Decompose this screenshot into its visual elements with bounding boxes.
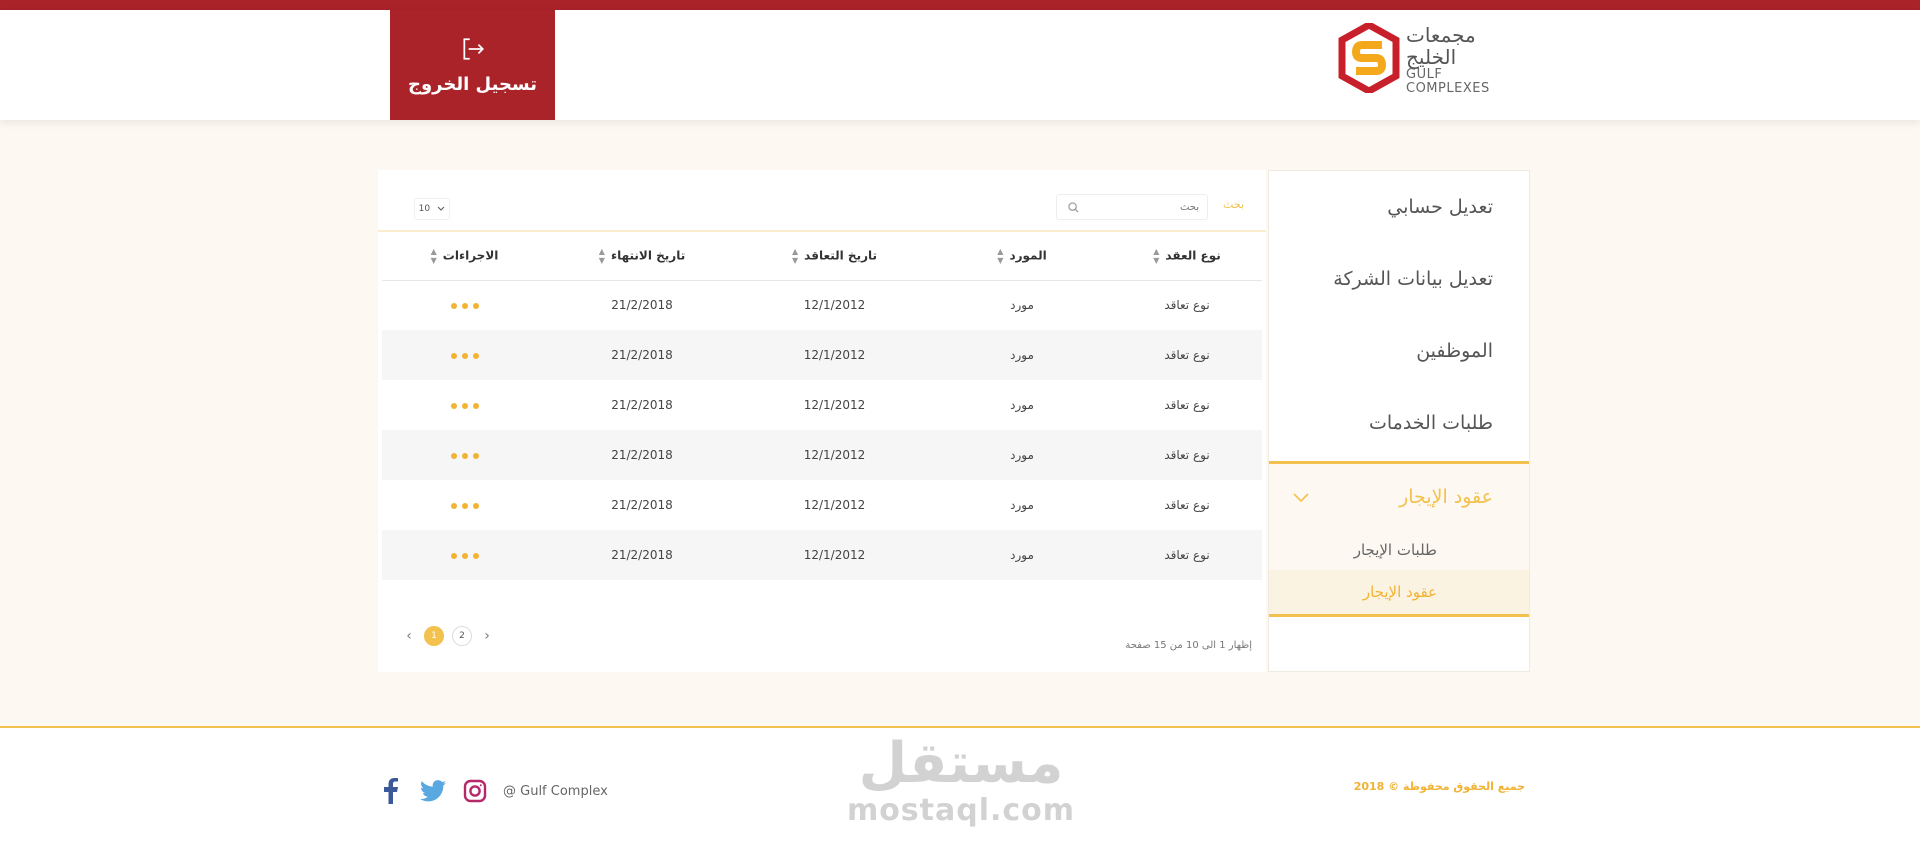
search-input[interactable] [1079,201,1199,213]
cell-contract-date: 12/1/2012 [737,430,932,480]
logout-label: تسجيل الخروج [408,73,537,95]
cell-actions [382,380,547,430]
sort-icon: ▲ ▼ [997,246,1004,265]
cell-end-date: 21/2/2018 [611,398,673,412]
pagination-info: إظهار 1 الى 10 من 15 صفحة [1125,640,1252,651]
cell-contract-type: نوع تعاقد [1112,330,1262,380]
chevron-left-icon[interactable]: ‹ [402,628,416,644]
logo-mark-icon [1338,20,1400,97]
cell-end-date: 21/2/2018 [547,430,737,480]
cell-end-date: 21/2/2018 [547,530,737,580]
cell-supplier: مورد [1010,498,1034,512]
table-row: نوع تعاقد مورد 12/1/2012 21/2/2018 [382,330,1262,380]
cell-actions [382,280,547,330]
cell-actions [382,480,547,530]
sidebar-subitem-rental-contracts[interactable]: عقود الإيجار [1269,570,1529,614]
cell-supplier: مورد [932,330,1112,380]
watermark-english: mostaql.com [846,793,1076,828]
contracts-table: نوع العقد▲ ▼ المورد▲ ▼ تاريخ التعاقد▲ ▼ تار… [382,232,1262,580]
logout-button[interactable]: تسجيل الخروج [390,10,555,120]
more-actions-icon[interactable] [450,503,479,509]
table-row: نوع تعاقد مورد 12/1/2012 21/2/2018 [382,530,1262,580]
twitter-icon[interactable] [420,778,446,804]
page-button-1[interactable]: 1 [424,626,444,646]
watermark-arabic: مستقل [858,731,1064,796]
sort-icon: ▲ ▼ [792,246,799,265]
page-footer: جميع الحقوق محفوظة © 2018 مستقل mostaql.… [0,726,1920,852]
column-header-contract-type[interactable]: نوع العقد▲ ▼ [1112,232,1262,281]
top-accent-bar [0,0,1920,10]
table-row: نوع تعاقد مورد 12/1/2012 21/2/2018 [382,280,1262,330]
cell-contract-date: 12/1/2012 [803,498,866,512]
sidebar-subitem-rental-requests[interactable]: طلبات الإيجار [1269,530,1529,570]
sidebar-item-service-requests[interactable]: طلبات الخدمات [1269,387,1529,459]
table-row: نوع تعاقد مورد 12/1/2012 21/2/2018 [382,430,1262,480]
cell-contract-type: نوع تعاقد [1164,498,1210,512]
more-actions-icon[interactable] [450,453,479,459]
copyright-text: جميع الحقوق محفوظة © 2018 [1353,780,1525,793]
cell-actions [382,430,547,480]
page-button-2[interactable]: 2 [452,626,472,646]
cell-contract-type: نوع تعاقد [1112,430,1262,480]
facebook-icon[interactable] [378,778,404,804]
cell-contract-date: 12/1/2012 [803,398,866,412]
more-actions-icon[interactable] [450,303,479,310]
cell-contract-date: 12/1/2012 [737,530,932,580]
table-row: نوع تعاقد مورد 12/1/2012 21/2/2018 [382,480,1262,530]
company-logo[interactable]: مجمعات الخليج GULF COMPLEXES [1338,20,1528,97]
more-actions-icon[interactable] [450,553,479,559]
page-length-value: 10 [418,204,431,214]
sidebar-item-employees[interactable]: الموظفين [1269,315,1529,387]
chevron-right-icon[interactable]: › [480,628,494,644]
cell-supplier: مورد [932,430,1112,480]
cell-contract-date: 12/1/2012 [737,330,932,380]
app-header: تسجيل الخروج مجمعات الخليج GULF COMPLEXE… [0,10,1920,120]
cell-supplier: مورد [932,530,1112,580]
more-actions-icon[interactable] [450,353,479,359]
column-header-supplier[interactable]: المورد▲ ▼ [932,232,1112,281]
watermark-logo: مستقل mostaql.com [846,732,1076,826]
chevron-down-icon [1293,486,1309,508]
cell-actions [382,530,547,580]
cell-contract-date: 12/1/2012 [803,298,866,313]
sidebar-group-header[interactable]: عقود الإيجار [1269,464,1529,530]
column-header-contract-date[interactable]: تاريخ التعاقد▲ ▼ [737,232,932,281]
column-header-end-date[interactable]: تاريخ الانتهاء▲ ▼ [547,232,737,281]
table-toolbar: بحث 10 [378,170,1266,232]
cell-end-date: 21/2/2018 [547,330,737,380]
sidebar-menu: تعديل حسابي تعديل بيانات الشركة الموظفين… [1268,170,1530,672]
chevron-down-icon [437,204,445,214]
cell-end-date: 21/2/2018 [611,498,673,512]
search-icon [1068,198,1079,217]
column-header-actions[interactable]: الاجراءات▲ ▼ [382,232,547,281]
more-actions-icon[interactable] [450,403,479,409]
table-header-row: نوع العقد▲ ▼ المورد▲ ▼ تاريخ التعاقد▲ ▼ تار… [382,232,1262,281]
cell-actions [382,330,547,380]
logo-english-text: GULF COMPLEXES [1406,66,1490,96]
cell-contract-type: نوع تعاقد [1164,398,1210,412]
sort-icon: ▲ ▼ [430,246,437,265]
contracts-panel: بحث 10 نوع العقد▲▼ المورد▲▼ تاريخ التعاق… [378,170,1266,672]
search-box [1056,194,1208,220]
cell-contract-type: نوع تعاقد [1112,530,1262,580]
pagination: ‹ 1 2 › [402,626,494,646]
sort-icon: ▲ ▼ [598,246,605,265]
sidebar-group-rental-contracts: عقود الإيجار طلبات الإيجار عقود الإيجار [1269,461,1529,617]
cell-end-date: 21/2/2018 [611,298,673,313]
cell-contract-type: نوع تعاقد [1164,298,1210,313]
page-length-select[interactable]: 10 [414,198,450,220]
sidebar-item-edit-company[interactable]: تعديل بيانات الشركة [1269,243,1529,315]
footer-brand: @ Gulf Complex [503,784,608,799]
logo-arabic-text: مجمعات الخليج [1406,22,1476,69]
sidebar-group-label: عقود الإيجار [1399,486,1493,508]
instagram-icon[interactable] [462,778,488,804]
social-links [378,778,488,804]
sort-icon: ▲ ▼ [1153,246,1160,265]
table-row: نوع تعاقد مورد 12/1/2012 21/2/2018 [382,380,1262,430]
cell-supplier: مورد [1010,398,1034,412]
logout-icon [460,36,486,66]
sidebar-item-edit-account[interactable]: تعديل حسابي [1269,171,1529,243]
search-label: بحث [1223,198,1244,211]
cell-supplier: مورد [1010,298,1034,313]
